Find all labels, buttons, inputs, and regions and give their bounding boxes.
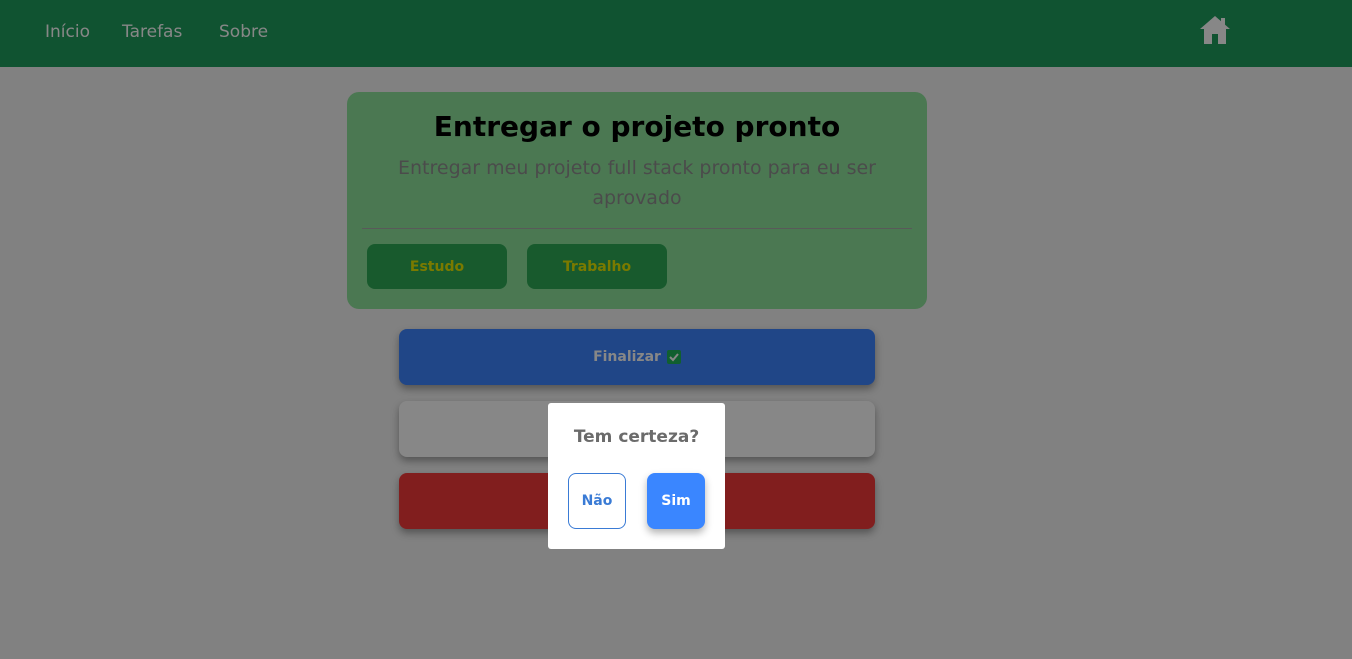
modal-overlay[interactable] <box>0 0 1352 659</box>
yes-button[interactable]: Sim <box>647 473 705 529</box>
dialog-title: Tem certeza? <box>573 427 700 447</box>
confirm-dialog: Tem certeza? Não Sim <box>548 403 725 549</box>
no-button[interactable]: Não <box>568 473 626 529</box>
